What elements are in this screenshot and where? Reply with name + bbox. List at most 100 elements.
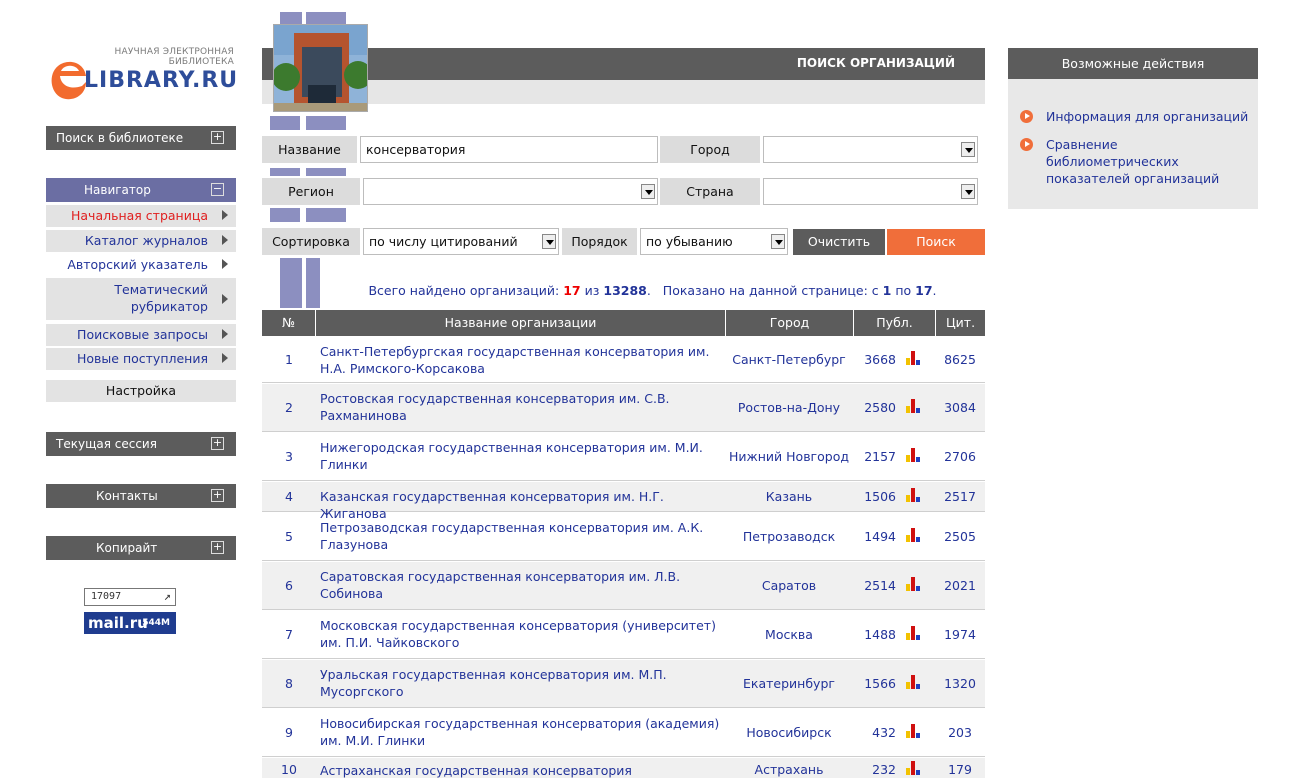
stats-chart-icon[interactable] — [906, 528, 922, 542]
settings-link[interactable]: Настройка — [46, 380, 236, 402]
city-link[interactable]: Новосибирск — [724, 725, 854, 740]
page-header-bar: ПОИСК ОРГАНИЗАЦИЙ — [262, 48, 985, 80]
city-link[interactable]: Петрозаводск — [724, 529, 854, 544]
decor-block — [306, 116, 346, 130]
region-select[interactable] — [363, 178, 658, 205]
city-link[interactable]: Екатеринбург — [724, 676, 854, 691]
nav-item-journals[interactable]: Каталог журналов — [46, 230, 236, 252]
org-link[interactable]: Астраханская государственная консерватор… — [320, 762, 730, 778]
results-table-header: № Название организации Город Публ. Цит. — [262, 310, 985, 336]
decor-block — [280, 12, 302, 24]
order-select[interactable]: по убыванию — [640, 228, 788, 255]
logo-subtitle: НАУЧНАЯ ЭЛЕКТРОННАЯ БИБЛИОТЕКА — [114, 47, 234, 67]
current-session-header[interactable]: Текущая сессия + — [46, 432, 236, 456]
sort-select[interactable]: по числу цитирований — [363, 228, 559, 255]
stats-chart-icon[interactable] — [906, 448, 922, 462]
arrow-bullet-icon — [1020, 110, 1033, 123]
results-summary: Всего найдено организаций: 17 из 13288. … — [368, 283, 937, 298]
compare-bibliometrics-link[interactable]: Сравнение библиометрических показателей … — [1046, 136, 1246, 187]
table-row: 10 Астраханская государственная консерва… — [262, 758, 985, 778]
decor-block — [306, 12, 346, 24]
nav-item-authors[interactable]: Авторский указатель — [46, 254, 236, 276]
city-link[interactable]: Санкт-Петербург — [724, 352, 854, 367]
stats-chart-icon[interactable] — [906, 577, 922, 591]
stats-chart-icon[interactable] — [906, 675, 922, 689]
table-row: 4 Казанская государственная консерватори… — [262, 482, 985, 521]
org-link[interactable]: Санкт-Петербургская государственная конс… — [320, 343, 730, 377]
chevron-down-icon[interactable] — [771, 234, 785, 249]
stats-chart-icon[interactable] — [906, 626, 922, 640]
city-link[interactable]: Казань — [724, 489, 854, 504]
chevron-down-icon[interactable] — [641, 184, 655, 199]
table-row: 2 Ростовская государственная консерватор… — [262, 384, 985, 432]
navigator-header[interactable]: Навигатор − — [46, 178, 236, 202]
building-photo — [273, 24, 368, 112]
city-link[interactable]: Ростов-на-Дону — [724, 400, 854, 415]
possible-actions-header: Возможные действия — [1008, 48, 1258, 79]
search-button[interactable]: Поиск — [887, 229, 985, 255]
expand-icon[interactable]: + — [211, 131, 224, 144]
chevron-down-icon[interactable] — [542, 234, 556, 249]
header-sub-bar — [262, 80, 985, 104]
decor-block — [306, 258, 320, 308]
mailru-counter[interactable]: mail.ru 544M — [84, 612, 176, 634]
page-title: ПОИСК ОРГАНИЗАЦИЙ — [796, 56, 955, 70]
copyright-header[interactable]: Копирайт + — [46, 536, 236, 560]
expand-icon[interactable]: + — [211, 437, 224, 450]
city-link[interactable]: Саратов — [724, 578, 854, 593]
org-link[interactable]: Петрозаводская государственная консерват… — [320, 519, 730, 553]
name-label: Название — [262, 136, 357, 163]
visit-counter[interactable]: 17097 ↗ — [84, 588, 176, 606]
expand-icon[interactable]: + — [211, 541, 224, 554]
table-row: 5 Петрозаводская государственная консерв… — [262, 513, 985, 561]
decor-block — [280, 258, 302, 308]
contacts-header[interactable]: Контакты + — [46, 484, 236, 508]
city-link[interactable]: Астрахань — [724, 762, 854, 777]
stats-chart-icon[interactable] — [906, 724, 922, 738]
city-select[interactable] — [763, 136, 978, 163]
chevron-down-icon[interactable] — [961, 142, 975, 157]
nav-item-rubricator[interactable]: Тематический рубрикатор — [46, 278, 236, 320]
search-library-header[interactable]: Поиск в библиотеке + — [46, 126, 236, 150]
table-row: 8 Уральская государственная консерватори… — [262, 660, 985, 708]
org-link[interactable]: Ростовская государственная консерватория… — [320, 390, 730, 424]
org-link[interactable]: Уральская государственная консерватория … — [320, 666, 730, 700]
table-row: 3 Нижегородская государственная консерва… — [262, 433, 985, 481]
org-link[interactable]: Новосибирская государственная консервато… — [320, 715, 730, 749]
nav-item-queries[interactable]: Поисковые запросы — [46, 324, 236, 346]
org-info-link[interactable]: Информация для организаций — [1046, 108, 1256, 125]
stats-chart-icon[interactable] — [906, 761, 922, 775]
city-link[interactable]: Москва — [724, 627, 854, 642]
chevron-down-icon[interactable] — [961, 184, 975, 199]
sort-label: Сортировка — [262, 228, 360, 255]
table-row: 1 Санкт-Петербургская государственная ко… — [262, 337, 985, 383]
stats-chart-icon[interactable] — [906, 351, 922, 365]
org-link[interactable]: Московская государственная консерватория… — [320, 617, 730, 651]
arrow-right-icon — [222, 329, 228, 339]
name-input[interactable]: консерватория — [360, 136, 658, 163]
org-link[interactable]: Саратовская государственная консерватори… — [320, 568, 730, 602]
decor-block — [306, 208, 346, 222]
stats-chart-icon[interactable] — [906, 488, 922, 502]
logo-title: LIBRARY.RU — [84, 68, 239, 93]
arrow-right-icon — [222, 259, 228, 269]
stats-chart-icon[interactable] — [906, 399, 922, 413]
collapse-icon[interactable]: − — [211, 183, 224, 196]
clear-button[interactable]: Очистить — [793, 229, 885, 255]
arrow-up-right-icon: ↗ — [163, 589, 171, 603]
decor-block — [270, 168, 300, 176]
col-pub: Публ. — [854, 310, 936, 336]
arrow-right-icon — [222, 235, 228, 245]
nav-item-home[interactable]: Начальная страница — [46, 205, 236, 227]
org-link[interactable]: Нижегородская государственная консервато… — [320, 439, 730, 473]
expand-icon[interactable]: + — [211, 489, 224, 502]
city-label: Город — [660, 136, 760, 163]
table-row: 6 Саратовская государственная консервато… — [262, 562, 985, 610]
city-link[interactable]: Нижний Новгород — [724, 449, 854, 464]
nav-item-new[interactable]: Новые поступления — [46, 348, 236, 370]
elibrary-logo[interactable]: НАУЧНАЯ ЭЛЕКТРОННАЯ БИБЛИОТЕКА LIBRARY.R… — [46, 44, 238, 104]
country-select[interactable] — [763, 178, 978, 205]
table-row: 9 Новосибирская государственная консерва… — [262, 709, 985, 757]
decor-block — [270, 116, 300, 130]
arrow-right-icon — [222, 353, 228, 363]
